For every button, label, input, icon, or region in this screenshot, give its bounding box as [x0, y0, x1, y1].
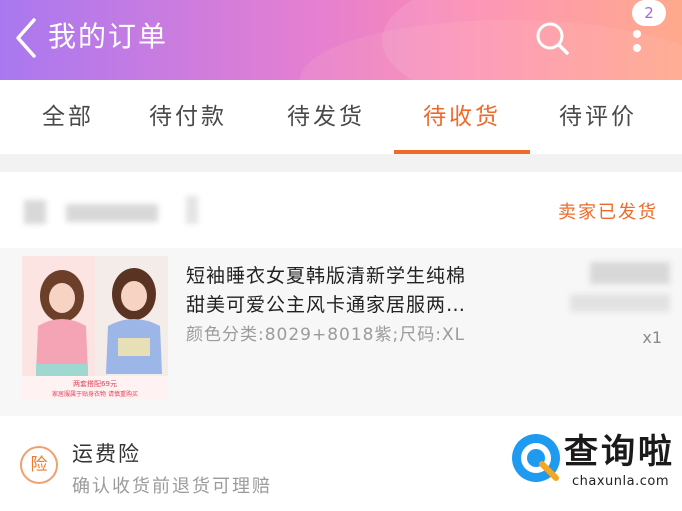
order-item[interactable]: 两套搭配69元 家居服属于贴身衣物 请慎重购买 短袖睡衣女夏韩版清新学生纯棉 甜… [0, 248, 682, 416]
notification-badge: 2 [632, 0, 666, 26]
more-dot [633, 30, 641, 38]
product-quantity: x1 [642, 328, 662, 347]
tab-pending-shipment[interactable]: 待发货 [258, 80, 394, 154]
shop-arrow-blurred [186, 196, 198, 224]
tab-all[interactable]: 全部 [0, 80, 136, 154]
insurance-title: 运费险 [72, 442, 141, 466]
more-dot [633, 44, 641, 52]
shop-name-blurred [66, 204, 158, 222]
back-chevron-icon[interactable] [12, 16, 40, 60]
watermark-text: 查询啦 [564, 432, 675, 472]
watermark-url: chaxunla.com [572, 474, 669, 489]
tab-pending-review[interactable]: 待评价 [530, 80, 666, 154]
order-status: 卖家已发货 [558, 202, 658, 223]
thumb-caption-note: 家居服属于贴身衣物 请慎重购买 [52, 390, 138, 398]
top-bar: 我的订单 2 [0, 0, 682, 80]
thumb-caption-price: 两套搭配69元 [73, 379, 117, 388]
shop-icon-blurred [24, 200, 46, 224]
insurance-icon: 险 [20, 446, 58, 484]
order-shop-header[interactable]: 卖家已发货 [0, 172, 682, 250]
product-title[interactable]: 短袖睡衣女夏韩版清新学生纯棉 甜美可爱公主风卡通家居服两… [186, 262, 516, 320]
product-thumbnail[interactable]: 两套搭配69元 家居服属于贴身衣物 请慎重购买 [22, 256, 168, 400]
watermark-logo-icon [508, 430, 564, 486]
product-spec: 颜色分类:8029+8018紫;尺码:XL [186, 325, 466, 345]
search-icon[interactable] [532, 18, 572, 58]
product-title-line1: 短袖睡衣女夏韩版清新学生纯棉 [186, 265, 467, 287]
watermark: 查询啦 chaxunla.com [508, 430, 678, 496]
tab-pending-payment[interactable]: 待付款 [120, 80, 256, 154]
price-blurred [590, 262, 670, 284]
page-title: 我的订单 [48, 20, 169, 53]
tab-pending-receipt[interactable]: 待收货 [394, 80, 530, 154]
product-title-line2: 甜美可爱公主风卡通家居服两… [186, 294, 467, 316]
order-tabs: 全部 待付款 待发货 待收货 待评价 [0, 80, 682, 154]
insurance-description: 确认收货前退货可理赔 [72, 476, 272, 497]
original-price-blurred [570, 294, 670, 312]
